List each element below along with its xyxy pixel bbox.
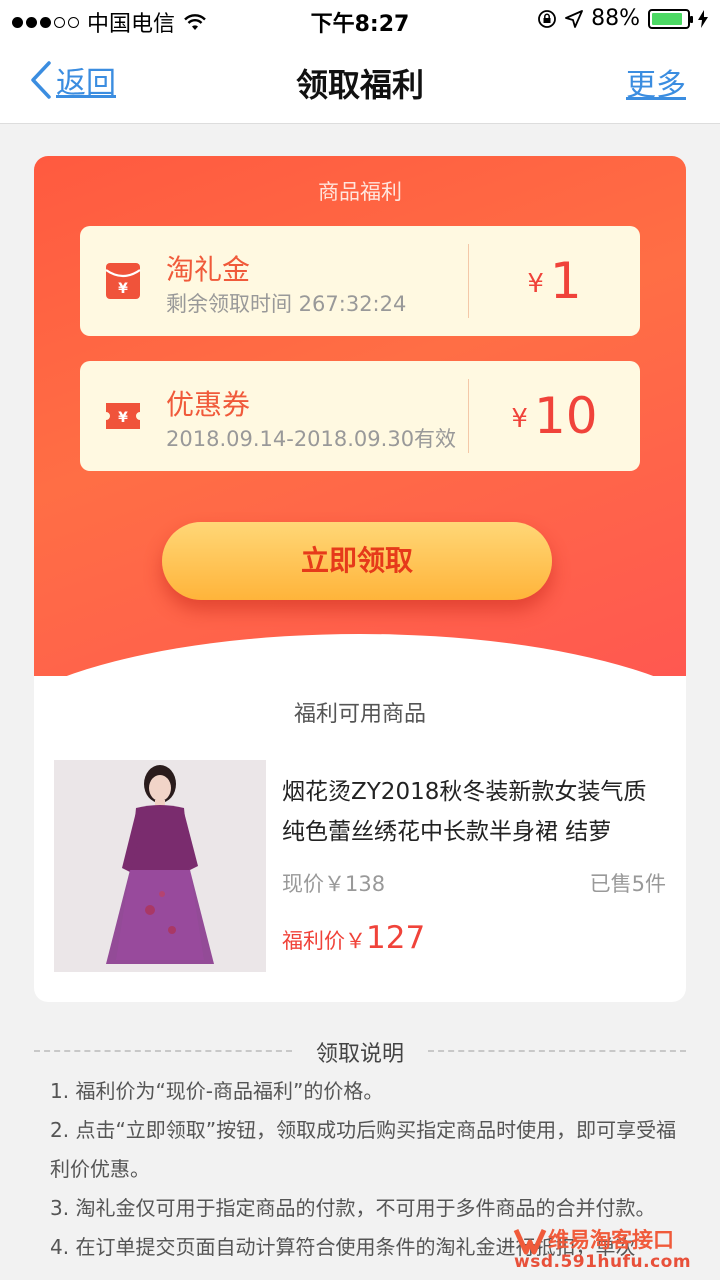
coupon-ticket-icon: ¥ [106,403,140,429]
amount-value: 1 [549,252,582,310]
instruction-line: 1. 福利价为“现价-商品福利”的价格。 [50,1079,384,1103]
currency-symbol: ¥ [527,269,544,299]
benefit-coupon: ¥ 优惠券 2018.09.14-2018.09.30有效 ¥10 [80,361,640,471]
location-arrow-icon [565,9,583,28]
welfare-card: 商品福利 ¥ 淘礼金 剩余领取时间 267:32:24 ¥1 ¥ 优惠券 201… [34,156,686,1002]
watermark: 维易淘客接口 wsd.591hufu.com [506,1218,706,1274]
currency-symbol: ¥ [511,404,528,434]
instructions-title: 领取说明 [315,1042,404,1067]
product-image[interactable] [54,760,266,972]
dress-photo-illustration [54,760,266,972]
product-item[interactable]: 烟花烫ZY2018秋冬装新款女装气质纯色蕾丝绣花中长款半身裙 结萝 现价￥138… [54,760,666,972]
chevron-left-icon [31,61,51,99]
instruction-line: 2. 点击“立即领取”按钮，领取成功后购买指定商品时使用，即可享受福利价优惠。 [50,1118,677,1181]
dashed-divider-right [428,1050,686,1052]
battery-percent: 88% [591,6,640,31]
lock-rotation-icon [538,9,556,28]
battery-level [652,12,682,25]
back-label: 返回 [56,66,116,101]
welfare-price-value: 127 [366,920,426,956]
benefit-name: 优惠券 [166,388,251,421]
benefit-detail: 剩余领取时间 267:32:24 [166,292,407,316]
current-price: 现价￥138 [282,872,386,896]
watermark-url: wsd.591hufu.com [514,1252,692,1272]
battery-icon [648,8,693,29]
navigation-bar: 返回 领取福利 更多 [0,40,720,124]
section-label: 商品福利 [318,180,402,204]
benefit-amount: ¥1 [469,252,640,310]
svg-text:¥: ¥ [118,281,128,297]
benefit-amount: ¥10 [469,387,640,445]
more-button[interactable]: 更多 [626,60,686,104]
welfare-price-label: 福利价￥ [282,929,366,953]
claim-now-button[interactable]: 立即领取 [162,522,552,600]
watermark-name: 维易淘客接口 [548,1228,674,1252]
product-title[interactable]: 烟花烫ZY2018秋冬装新款女装气质纯色蕾丝绣花中长款半身裙 结萝 [282,772,668,852]
sold-count: 已售5件 [589,872,666,896]
charging-bolt-icon [698,9,708,28]
svg-text:¥: ¥ [118,410,128,426]
benefit-name: 淘礼金 [166,253,251,286]
amount-value: 10 [533,387,598,445]
available-products-title: 福利可用商品 [293,702,426,727]
back-button[interactable]: 返回 [30,58,116,102]
red-envelope-icon: ¥ [105,263,141,299]
instructions-header: 领取说明 [34,1036,686,1067]
benefit-detail: 2018.09.14-2018.09.30有效 [166,427,457,451]
benefit-gift-money: ¥ 淘礼金 剩余领取时间 267:32:24 ¥1 [80,226,640,336]
status-right: 88% [537,6,708,31]
status-bar: 中国电信 下午8:27 88% [0,0,720,40]
welfare-price: 福利价￥127 [282,920,425,956]
